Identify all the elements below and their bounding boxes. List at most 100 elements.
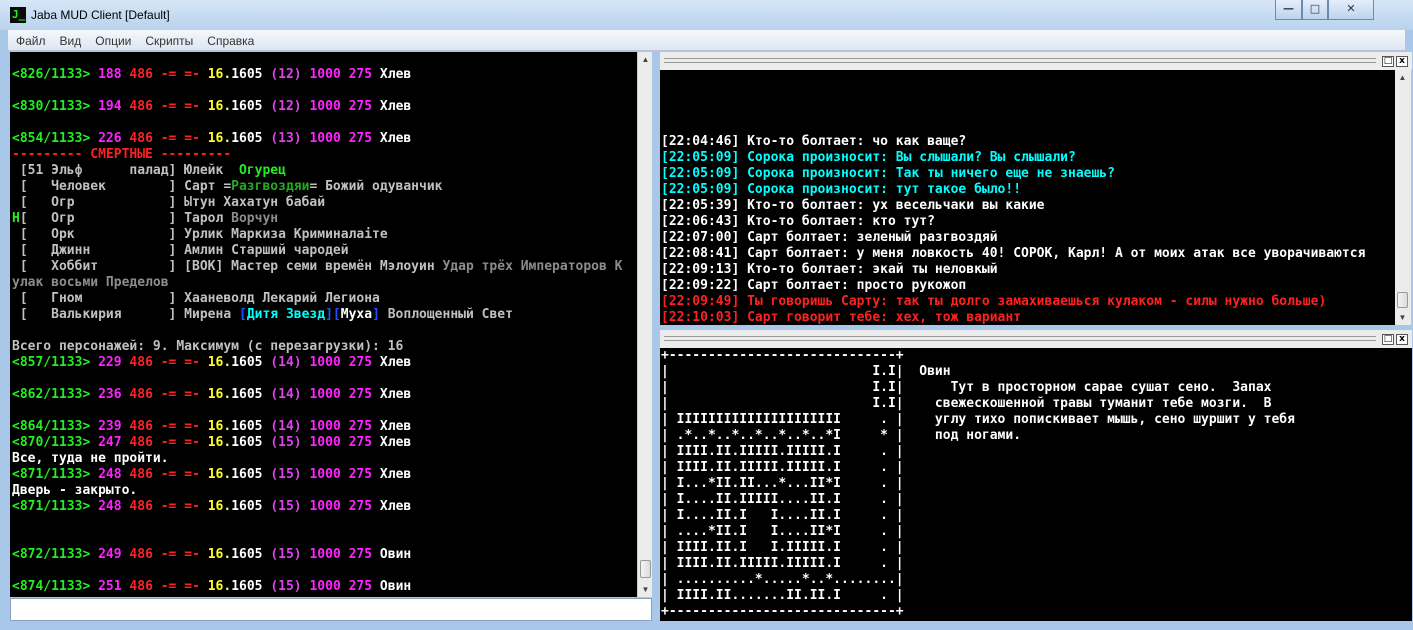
text-segment: 1605 (231, 419, 263, 434)
output-line: [22:05:09] Сорока произносит: Так ты нич… (661, 166, 1395, 182)
text-segment: [22:09:22] Сарт болтает: просто рукожоп (661, 278, 967, 293)
scroll-down-icon[interactable]: ▼ (1395, 310, 1410, 325)
output-line: <830/1133> 194 486 -= =- 16.1605 (12) 10… (12, 99, 637, 115)
output-line: Все, туда не пройти. (12, 451, 637, 467)
menu-help[interactable]: Справка (199, 30, 260, 48)
minimize-button[interactable]: — (1275, 0, 1302, 20)
chat-maximize-button[interactable]: □ (1382, 56, 1394, 67)
text-segment: | ....*II.I I....II*I . | (661, 524, 904, 539)
text-segment: | I.I| свежескошенной травы туманит тебе… (661, 396, 1272, 411)
text-segment: --------- СМЕРТНЫЕ --------- (12, 147, 232, 162)
text-segment: | I.I| Тут в просторном сарае сушат сено… (661, 380, 1272, 395)
output-line: [ Огр ] Ытун Хахатун бабай (12, 195, 637, 211)
chat-log: [22:04:46] Кто-то болтает: чо как ваще?[… (660, 70, 1395, 325)
room-map-view: +-----------------------------+ | I.I| Ов… (660, 348, 1412, 621)
text-segment: Воплощенный Свет (379, 307, 513, 322)
text-segment: 1000 275 (301, 387, 373, 402)
text-segment: Хлев (372, 99, 412, 114)
menu-view[interactable]: Вид (52, 30, 88, 48)
menu-options[interactable]: Опции (87, 30, 137, 48)
scrollbar-thumb[interactable] (1397, 292, 1408, 308)
text-segment: [22:10:03] Сарт говорит тебе: хех, тож в… (661, 310, 1022, 325)
text-segment: 486 -= =- (121, 355, 200, 370)
text-segment: <862/1133> (12, 387, 91, 402)
text-segment: <872/1133> (12, 547, 91, 562)
menu-scripts[interactable]: Скрипты (137, 30, 199, 48)
text-segment: Хлев (372, 435, 412, 450)
output-line: | ..........*.....*..*........| (661, 572, 1412, 588)
text-segment: 251 (90, 579, 122, 594)
scroll-down-icon[interactable]: ▼ (638, 582, 653, 597)
text-segment: 188 (90, 67, 122, 82)
scroll-up-icon[interactable]: ▲ (638, 52, 653, 67)
main-output-scrollbar[interactable]: ▲ ▼ (637, 52, 652, 597)
text-segment: (15) (262, 579, 302, 594)
text-segment: (12) (262, 99, 302, 114)
output-line: <870/1133> 247 486 -= =- 16.1605 (15) 10… (12, 435, 637, 451)
text-segment: 16. (199, 67, 232, 82)
text-segment: [22:09:13] Кто-то болтает: экай ты нелов… (661, 262, 998, 277)
text-segment: Н (12, 211, 20, 226)
text-segment: 16. (199, 579, 232, 594)
text-segment: Овин (372, 547, 412, 562)
chat-close-button[interactable]: x (1396, 56, 1408, 67)
output-line: | I.I| Тут в просторном сарае сушат сено… (661, 380, 1412, 396)
text-segment: <864/1133> (12, 419, 91, 434)
text-segment: | I...*II.II...*...II*I . | (661, 476, 904, 491)
menu-file[interactable]: Файл (8, 30, 52, 48)
scrollbar-thumb[interactable] (640, 560, 651, 578)
text-segment: <830/1133> (12, 99, 91, 114)
text-segment: 1000 275 (301, 355, 373, 370)
output-line: <872/1133> 249 486 -= =- 16.1605 (15) 10… (12, 547, 637, 563)
text-segment: <857/1133> (12, 355, 91, 370)
text-segment: Дверь - закрыто. (12, 483, 138, 498)
output-line: | I....II.I I....II.I . | (661, 508, 1412, 524)
output-line: | I.I| свежескошенной травы туманит тебе… (661, 396, 1412, 412)
text-segment: 194 (90, 99, 122, 114)
text-segment: 247 (90, 435, 122, 450)
text-segment: 1605 (231, 435, 263, 450)
text-segment: 1605 (231, 387, 263, 402)
text-segment: 16. (199, 99, 232, 114)
text-segment: | I....II.IIIII....II.I . | (661, 492, 904, 507)
text-segment: 486 -= =- (121, 387, 200, 402)
text-segment: [22:07:00] Сарт болтает: зеленый разгвоз… (661, 230, 998, 245)
output-line: --------- СМЕРТНЫЕ --------- (12, 147, 637, 163)
room-close-button[interactable]: x (1396, 334, 1408, 345)
text-segment: | IIII.II.IIIII.IIIII.I . | (661, 556, 904, 571)
text-segment: Хлев (372, 355, 412, 370)
text-segment: [22:05:39] Кто-то болтает: ух весельчаки… (661, 198, 1045, 213)
text-segment: [ (332, 307, 341, 322)
output-line: | IIIIIIIIIIIIIIIIIIIII . | углу тихо по… (661, 412, 1412, 428)
room-maximize-button[interactable]: □ (1382, 334, 1394, 345)
text-segment: [51 Эльф палад] Юлейк (12, 163, 239, 178)
text-segment: 229 (90, 355, 122, 370)
output-line: [ Гном ] Хааневолд Лекарий Легиона (12, 291, 637, 307)
output-line: [51 Эльф палад] Юлейк Огурец (12, 163, 637, 179)
text-segment: [22:05:09] Сорока произносит: тут такое … (661, 182, 1022, 197)
chat-scrollbar[interactable]: ▲ ▼ (1395, 70, 1411, 325)
output-line: <857/1133> 229 486 -= =- 16.1605 (14) 10… (12, 355, 637, 371)
text-segment: Муха (340, 307, 373, 322)
text-segment: 16. (199, 467, 232, 482)
output-line: Н[ Огр ] Тарол Ворчун (12, 211, 637, 227)
text-segment: Ворчун (231, 211, 279, 226)
text-segment: 1000 275 (301, 99, 373, 114)
text-segment: Разгвоздяи (231, 179, 310, 194)
menu-bar: Файл Вид Опции Скрипты Справка (8, 30, 1405, 51)
output-line: | I...*II.II...*...II*I . | (661, 476, 1412, 492)
output-line: <871/1133> 248 486 -= =- 16.1605 (15) 10… (12, 467, 637, 483)
close-button[interactable]: ✕ (1328, 0, 1374, 20)
text-segment: <871/1133> (12, 499, 91, 514)
text-segment: Огурец (238, 163, 286, 178)
output-line: <826/1133> 188 486 -= =- 16.1605 (12) 10… (12, 67, 637, 83)
output-line: Всего персонажей: 9. Максимум (с перезаг… (12, 339, 637, 355)
window-title: Jaba MUD Client [Default] (31, 8, 170, 22)
command-input[interactable] (10, 598, 652, 621)
scroll-up-icon[interactable]: ▲ (1395, 70, 1410, 85)
text-segment: 1000 275 (301, 67, 373, 82)
maximize-button[interactable]: □ (1302, 0, 1328, 20)
text-segment: Хлев (372, 499, 412, 514)
